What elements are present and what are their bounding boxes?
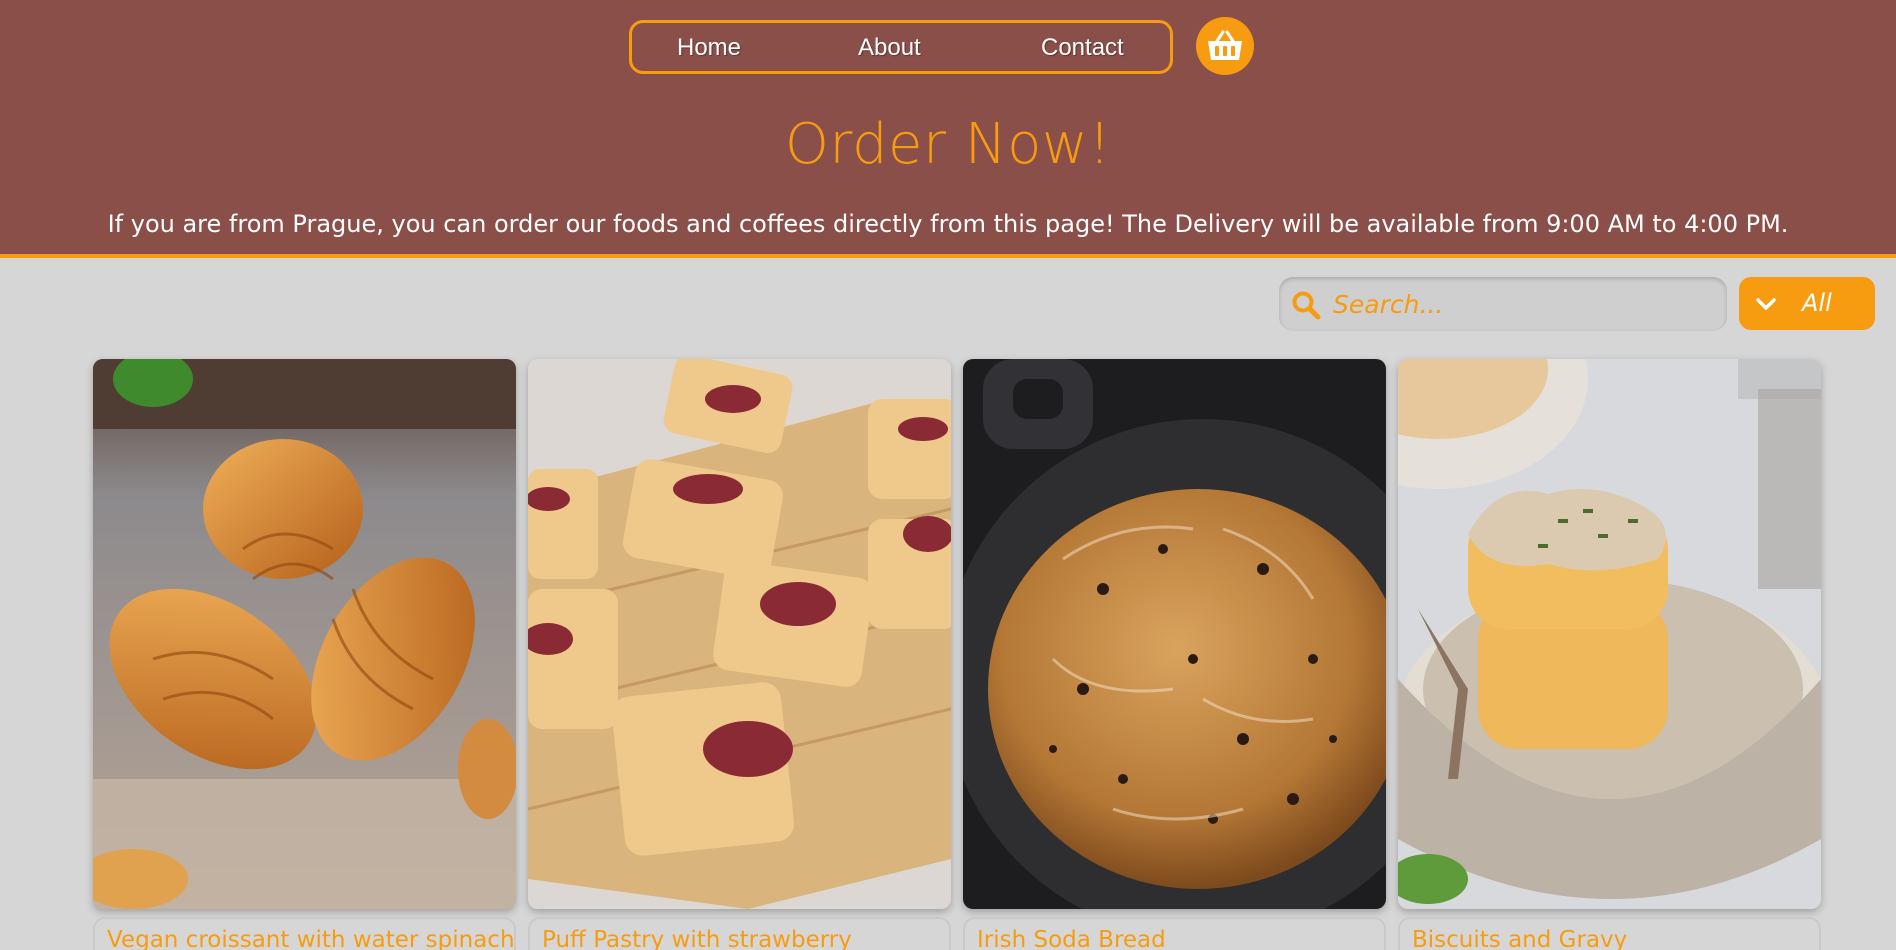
product-name[interactable]: Biscuits and Gravy — [1398, 917, 1821, 950]
product-card[interactable] — [963, 359, 1386, 909]
biscuits-gravy-photo — [1398, 359, 1821, 909]
main-nav: Home About Contact — [629, 20, 1173, 74]
nav-link-about[interactable]: About — [858, 34, 921, 62]
search-icon — [1292, 291, 1321, 320]
product-card[interactable] — [528, 359, 951, 909]
delivery-info-text: If you are from Prague, you can order ou… — [107, 210, 1789, 238]
search-input[interactable] — [1333, 285, 1713, 323]
cart-button[interactable] — [1196, 17, 1254, 75]
nav-link-home[interactable]: Home — [677, 34, 741, 62]
croissants-photo — [93, 359, 516, 909]
category-filter-select[interactable]: All — [1739, 277, 1875, 330]
page-title: Order Now! — [784, 112, 1112, 177]
product-name[interactable]: Irish Soda Bread — [963, 917, 1386, 950]
basket-icon — [1208, 30, 1242, 60]
site-header: Home About Contact Order Now! If you are… — [0, 0, 1896, 258]
soda-bread-photo — [963, 359, 1386, 909]
product-card[interactable] — [93, 359, 516, 909]
search-box[interactable] — [1279, 277, 1727, 331]
nav-link-contact[interactable]: Contact — [1041, 34, 1124, 62]
product-name[interactable]: Puff Pastry with strawberry — [528, 917, 951, 950]
puff-pastry-photo — [528, 359, 951, 909]
product-card[interactable] — [1398, 359, 1821, 909]
product-name[interactable]: Vegan croissant with water spinach — [93, 917, 516, 950]
chevron-down-icon — [1756, 298, 1776, 310]
filter-selected-value: All — [1802, 289, 1832, 317]
